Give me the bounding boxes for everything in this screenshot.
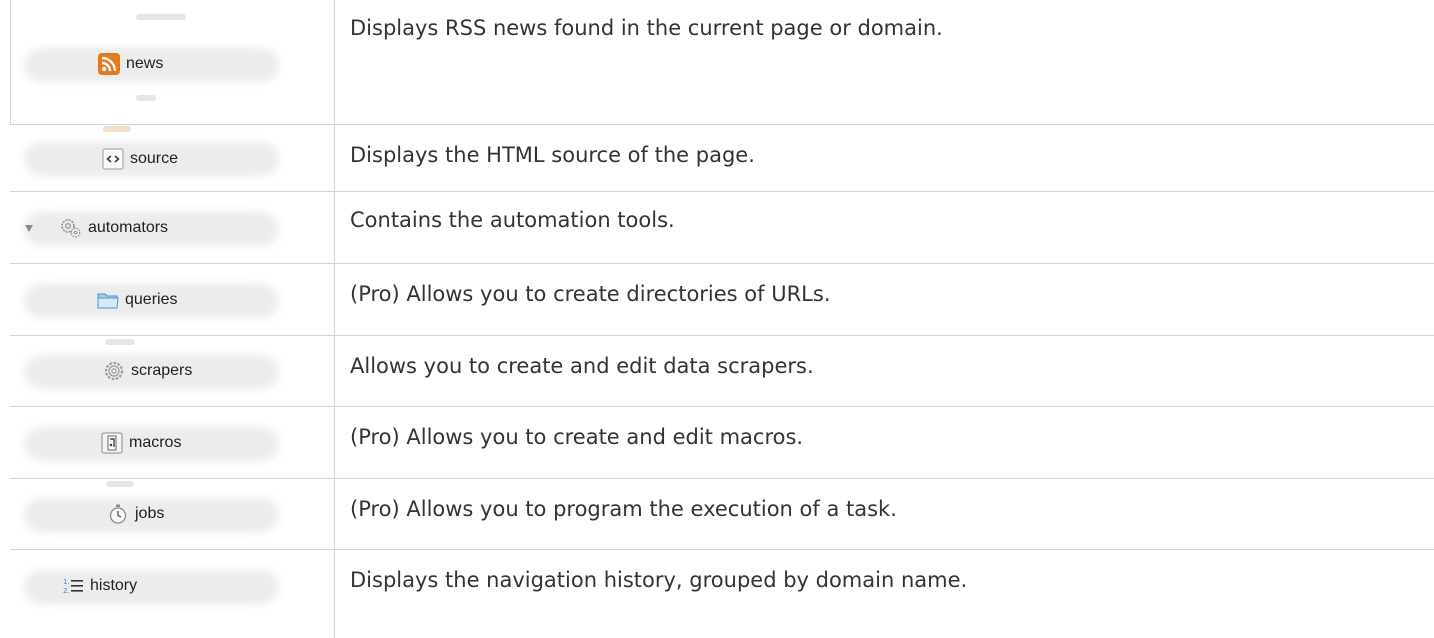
sidebar-item-queries[interactable]: queries xyxy=(97,289,177,311)
ghost-item xyxy=(103,126,131,132)
description-cell: Displays RSS news found in the current p… xyxy=(335,0,1434,125)
ghost-item xyxy=(106,481,134,487)
sidebar-item-scrapers[interactable]: scrapers xyxy=(103,360,192,382)
description-cell: Contains the automation tools. xyxy=(335,192,1434,264)
automators-gears-icon xyxy=(60,217,82,239)
gear-icon xyxy=(103,360,125,382)
sidebar-item-automators[interactable]: automators xyxy=(22,217,168,239)
table-row-jobs: jobs (Pro) Allows you to program the exe… xyxy=(10,479,1434,550)
sidebar-cell-news: news xyxy=(10,0,334,125)
table-row-news: news Displays RSS news found in the curr… xyxy=(10,0,1434,125)
description-cell: (Pro) Allows you to create directories o… xyxy=(335,264,1434,336)
sidebar-item-source[interactable]: source xyxy=(102,148,178,170)
sidebar-item-news[interactable]: news xyxy=(98,53,163,75)
column-divider xyxy=(334,0,335,638)
rss-icon xyxy=(98,53,120,75)
table-row-scrapers: scrapers Allows you to create and edit d… xyxy=(10,336,1434,407)
table-row-history: 1. 2. history Displays the navigation hi… xyxy=(10,550,1434,638)
feature-table: news Displays RSS news found in the curr… xyxy=(10,0,1434,638)
sidebar-cell-jobs: jobs xyxy=(10,479,334,550)
macro-icon xyxy=(101,432,123,454)
stopwatch-icon xyxy=(107,503,129,525)
svg-text:2.: 2. xyxy=(63,587,70,595)
sidebar-item-macros[interactable]: macros xyxy=(101,432,181,454)
sidebar-cell-history: 1. 2. history xyxy=(10,550,334,638)
row-description: (Pro) Allows you to create directories o… xyxy=(350,282,831,306)
sidebar-item-label: queries xyxy=(125,291,178,308)
description-cell: Displays the navigation history, grouped… xyxy=(335,550,1434,638)
table-row-macros: macros (Pro) Allows you to create and ed… xyxy=(10,407,1434,479)
row-description: Contains the automation tools. xyxy=(350,208,675,232)
sidebar-item-jobs[interactable]: jobs xyxy=(107,503,164,525)
sidebar-cell-source: source xyxy=(10,125,334,192)
ghost-item xyxy=(136,14,186,20)
sidebar-item-label: macros xyxy=(129,434,182,451)
source-code-icon xyxy=(102,148,124,170)
row-description: (Pro) Allows you to program the executio… xyxy=(350,497,897,521)
table-row-source: source Displays the HTML source of the p… xyxy=(10,125,1434,192)
row-description: Displays the navigation history, grouped… xyxy=(350,568,968,592)
table-row-automators: automators Contains the automation tools… xyxy=(10,192,1434,264)
sidebar-cell-queries: queries xyxy=(10,264,334,336)
table-row-queries: queries (Pro) Allows you to create direc… xyxy=(10,264,1434,336)
description-cell: (Pro) Allows you to create and edit macr… xyxy=(335,407,1434,479)
numbered-list-icon: 1. 2. xyxy=(62,575,84,597)
description-cell: Displays the HTML source of the page. xyxy=(335,125,1434,192)
sidebar-item-history[interactable]: 1. 2. history xyxy=(62,575,137,597)
ghost-item xyxy=(105,339,135,345)
ghost-item xyxy=(136,95,156,101)
sidebar-item-label: news xyxy=(126,55,164,72)
sidebar-item-label: automators xyxy=(88,219,169,236)
row-description: Allows you to create and edit data scrap… xyxy=(350,354,814,378)
disclosure-triangle-icon[interactable] xyxy=(22,217,36,239)
sidebar-item-label: jobs xyxy=(135,505,165,522)
svg-text:1.: 1. xyxy=(63,578,70,586)
sidebar-cell-macros: macros xyxy=(10,407,334,479)
sidebar-cell-scrapers: scrapers xyxy=(10,336,334,407)
folder-icon xyxy=(97,289,119,311)
sidebar-cell-automators: automators xyxy=(10,192,334,264)
sidebar-item-label: source xyxy=(130,150,179,167)
description-cell: Allows you to create and edit data scrap… xyxy=(335,336,1434,407)
row-description: Displays the HTML source of the page. xyxy=(350,143,755,167)
row-description: Displays RSS news found in the current p… xyxy=(350,16,943,40)
sidebar-item-label: history xyxy=(90,577,138,594)
row-description: (Pro) Allows you to create and edit macr… xyxy=(350,425,804,449)
description-cell: (Pro) Allows you to program the executio… xyxy=(335,479,1434,550)
sidebar-item-label: scrapers xyxy=(131,362,193,379)
